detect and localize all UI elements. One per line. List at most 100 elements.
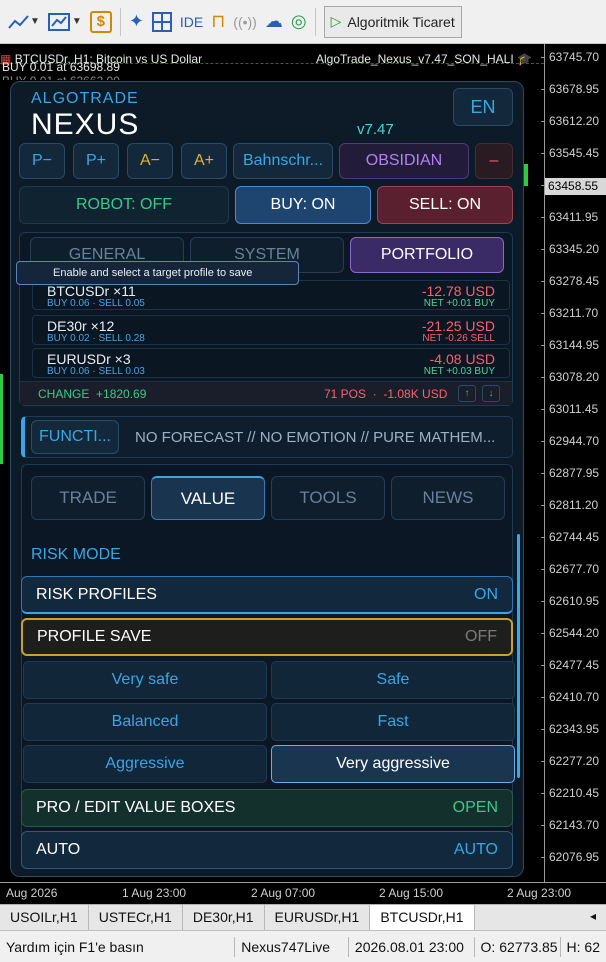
bag-icon[interactable]: ⊓ bbox=[207, 5, 229, 39]
cap-icon: 🎓 bbox=[517, 52, 532, 66]
theme-button[interactable]: OBSIDIAN bbox=[339, 143, 469, 179]
sparkle-icon[interactable]: ✦ bbox=[125, 5, 148, 39]
price-tick bbox=[541, 697, 545, 698]
font-larger-button[interactable]: P+ bbox=[73, 143, 119, 179]
price-axis[interactable]: 63745.7063678.9563612.2063545.4563478.70… bbox=[541, 44, 606, 882]
position-sub: BUY 0.02 · SELL 0.28 bbox=[47, 333, 145, 344]
position-card[interactable]: DE30r ×12 BUY 0.02 · SELL 0.28 -21.25 US… bbox=[32, 315, 510, 345]
option-aggressive[interactable]: Aggressive bbox=[23, 745, 267, 783]
subtab-news[interactable]: NEWS bbox=[391, 476, 505, 520]
price-label: 63411.95 bbox=[549, 210, 599, 224]
price-label: 62477.45 bbox=[549, 658, 600, 672]
signal-icon[interactable]: ((•)) bbox=[229, 5, 261, 39]
scroll-up-icon[interactable]: ↑ bbox=[458, 385, 476, 402]
price-label: 63745.70 bbox=[549, 50, 600, 64]
text-smaller-button[interactable]: A− bbox=[127, 143, 173, 179]
algo-trading-button[interactable]: ▷ Algoritmik Ticaret bbox=[323, 5, 462, 38]
price-label: 62343.95 bbox=[549, 722, 600, 736]
ide-button[interactable]: IDE bbox=[176, 5, 207, 39]
time-axis[interactable]: Aug 2026 1 Aug 23:00 2 Aug 07:00 2 Aug 1… bbox=[0, 882, 606, 904]
price-label: 63345.20 bbox=[549, 242, 600, 256]
dollar-icon[interactable]: $ bbox=[86, 5, 116, 39]
subtab-value[interactable]: VALUE bbox=[151, 476, 265, 520]
language-button[interactable]: EN bbox=[453, 88, 513, 126]
change-label: CHANGE +1820.69 bbox=[38, 387, 147, 401]
price-tick bbox=[541, 89, 545, 90]
price-tick bbox=[541, 249, 545, 250]
version-label: v7.47 bbox=[357, 121, 394, 138]
text-larger-button[interactable]: A+ bbox=[181, 143, 227, 179]
price-label: 62277.20 bbox=[549, 754, 600, 768]
symbol-tab[interactable]: EURUSDr,H1 bbox=[265, 905, 371, 930]
position-name: BTCUSDr ×11 bbox=[47, 283, 136, 299]
risk-mode-heading: RISK MODE bbox=[31, 546, 121, 563]
symbol-tab[interactable]: USTECr,H1 bbox=[89, 905, 183, 930]
pro-edit-row[interactable]: PRO / EDIT VALUE BOXES OPEN bbox=[21, 789, 513, 827]
nexus-panel: ALGOTRADE NEXUS v7.47 EN P− P+ A− A+ Bah… bbox=[10, 81, 524, 877]
function-button[interactable]: FUNCTI... bbox=[31, 420, 119, 454]
status-profile[interactable]: Nexus747Live bbox=[235, 936, 349, 957]
price-label: 63278.45 bbox=[549, 274, 600, 288]
option-safe[interactable]: Safe bbox=[271, 661, 515, 699]
position-name: DE30r ×12 bbox=[47, 318, 115, 334]
scrollbar[interactable] bbox=[517, 534, 520, 778]
price-tick bbox=[541, 217, 545, 218]
candle bbox=[0, 374, 3, 404]
price-tick bbox=[541, 121, 545, 122]
option-very-aggressive[interactable]: Very aggressive bbox=[271, 745, 515, 783]
globe-icon[interactable]: ◎ bbox=[287, 5, 311, 39]
risk-profiles-state: ON bbox=[474, 585, 498, 603]
tab-portfolio[interactable]: PORTFOLIO bbox=[350, 237, 504, 273]
price-label: 63612.20 bbox=[549, 114, 600, 128]
subtab-trade[interactable]: TRADE bbox=[31, 476, 145, 520]
trade-line-label: BUY 0.01 at 63698.89 bbox=[2, 60, 120, 74]
price-label: 62677.70 bbox=[549, 562, 600, 576]
symbol-tab[interactable]: USOILr,H1 bbox=[0, 905, 89, 930]
price-label: 63011.45 bbox=[549, 402, 599, 416]
price-tick bbox=[541, 729, 545, 730]
price-label: 62811.20 bbox=[549, 498, 599, 512]
robot-toggle[interactable]: ROBOT: OFF bbox=[19, 186, 229, 224]
tab-scroll-left-icon[interactable]: ◂ bbox=[580, 905, 606, 930]
toolbar-divider bbox=[119, 7, 121, 36]
line-chart-icon[interactable]: ▼ bbox=[4, 5, 44, 39]
price-label: 62544.20 bbox=[549, 626, 600, 640]
option-fast[interactable]: Fast bbox=[271, 703, 515, 741]
position-card[interactable]: EURUSDr ×3 BUY 0.06 · SELL 0.03 -4.08 US… bbox=[32, 348, 510, 378]
position-sub: BUY 0.06 · SELL 0.03 bbox=[47, 366, 145, 377]
font-name-button[interactable]: Bahnschr... bbox=[233, 143, 333, 179]
minimize-button[interactable]: – bbox=[475, 143, 513, 179]
option-very-safe[interactable]: Very safe bbox=[23, 661, 267, 699]
price-tick bbox=[541, 409, 545, 410]
time-label: 2 Aug 07:00 bbox=[251, 886, 316, 900]
symbol-tab-active[interactable]: BTCUSDr,H1 bbox=[370, 905, 475, 930]
trade-line-label-2: BUY 0.01 at 63662.00 bbox=[2, 74, 120, 80]
motto-text: NO FORECAST // NO EMOTION // PURE MATHEM… bbox=[135, 429, 496, 446]
toolbar-divider bbox=[314, 7, 316, 36]
option-balanced[interactable]: Balanced bbox=[23, 703, 267, 741]
price-label: 63144.95 bbox=[549, 338, 600, 352]
candle bbox=[524, 164, 528, 186]
sell-toggle[interactable]: SELL: ON bbox=[377, 186, 513, 224]
position-net: NET -0.26 SELL bbox=[422, 333, 495, 344]
price-tick bbox=[541, 857, 545, 858]
grid-icon[interactable] bbox=[148, 5, 176, 39]
symbol-tab[interactable]: DE30r,H1 bbox=[183, 905, 265, 930]
risk-profiles-label: RISK PROFILES bbox=[36, 585, 157, 603]
font-smaller-button[interactable]: P− bbox=[19, 143, 65, 179]
price-tick bbox=[541, 825, 545, 826]
subtab-tools[interactable]: TOOLS bbox=[271, 476, 385, 520]
scroll-down-icon[interactable]: ↓ bbox=[482, 385, 500, 402]
risk-profiles-row[interactable]: RISK PROFILES ON bbox=[21, 576, 513, 614]
status-high: H: 62 bbox=[566, 938, 600, 955]
price-tick bbox=[541, 153, 545, 154]
buy-toggle[interactable]: BUY: ON bbox=[235, 186, 371, 224]
price-label: 63545.45 bbox=[549, 146, 600, 160]
price-label: 63678.95 bbox=[549, 82, 600, 96]
profile-save-row[interactable]: PROFILE SAVE OFF bbox=[21, 618, 513, 656]
status-bar: Yardım için F1'e basın Nexus747Live 2026… bbox=[0, 930, 606, 962]
indicator-icon[interactable]: ▼ bbox=[44, 5, 86, 39]
cloud-icon[interactable]: ☁ bbox=[261, 5, 287, 39]
price-label: 62944.70 bbox=[549, 434, 600, 448]
auto-row[interactable]: AUTO AUTO bbox=[21, 831, 513, 869]
